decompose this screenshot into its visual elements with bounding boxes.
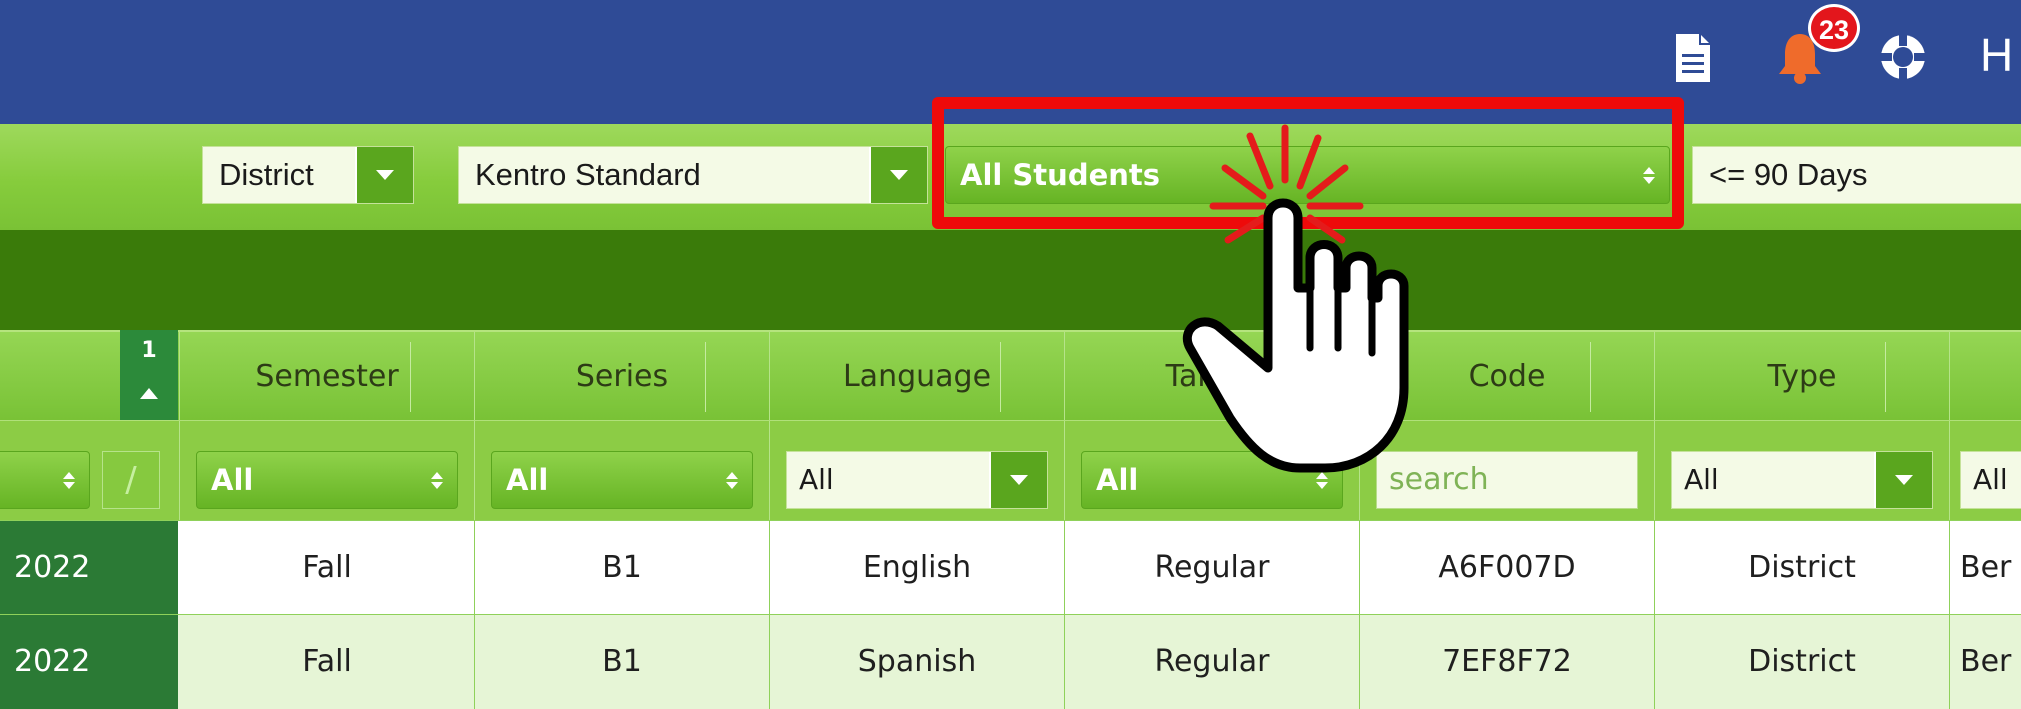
column-header-semester[interactable]: Semester [180, 332, 475, 422]
column-divider [1885, 342, 1886, 412]
extra-cell: Ber [1960, 550, 2012, 585]
column-header-label: Language [842, 359, 992, 394]
target-cell: Regular [1065, 521, 1360, 615]
sort-arrows-icon [726, 472, 738, 490]
grid-toolbar [0, 230, 2021, 330]
chevron-down-icon[interactable] [1874, 452, 1932, 508]
extra-filter-value: All [1973, 463, 2008, 496]
language-filter-select[interactable]: All [786, 451, 1048, 509]
column-header-extra[interactable] [1950, 332, 2021, 422]
year-cell: 2022 [0, 615, 178, 709]
document-icon[interactable] [1672, 32, 1714, 84]
column-divider [705, 342, 706, 412]
column-header-label: Semester [255, 359, 399, 394]
chevron-down-icon[interactable] [869, 147, 927, 203]
semester-filter-select[interactable]: All [196, 451, 458, 509]
filter-cell-semester: All [180, 421, 475, 521]
language-cell: Spanish [770, 615, 1065, 709]
column-header-type[interactable]: Type [1655, 332, 1950, 422]
filter-cell-type: All [1655, 421, 1950, 521]
language-cell: English [770, 521, 1065, 615]
extra-cell: Ber [1960, 644, 2012, 679]
chevron-down-icon[interactable] [355, 147, 413, 203]
pointer-hand-icon [1182, 124, 1409, 473]
table-row[interactable]: 2022 Fall B1 English Regular A6F007D Dis… [0, 520, 2021, 615]
column-header-label: Code [1468, 359, 1546, 394]
help-lifebuoy-icon[interactable] [1878, 32, 1928, 82]
column-divider [1590, 342, 1591, 412]
filter-cell-language: All [770, 421, 1065, 521]
type-cell: District [1655, 521, 1950, 615]
scope-select[interactable]: District [202, 146, 414, 204]
period-select[interactable]: <= 90 Days [1692, 146, 2021, 204]
filter-cell-series: All [475, 421, 770, 521]
notification-badge: 23 [1808, 4, 1860, 52]
column-header-row: Semester Series Language Target Code Typ… [0, 330, 2021, 422]
table-row[interactable]: 2022 Fall B1 Spanish Regular 7EF8F72 Dis… [0, 614, 2021, 709]
type-filter-value: All [1684, 463, 1719, 496]
sort-arrows-icon [63, 472, 75, 490]
column-header-language[interactable]: Language [770, 332, 1065, 422]
series-filter-value: All [506, 463, 549, 497]
semester-cell: Fall [180, 521, 475, 615]
year-filter-select[interactable] [0, 451, 90, 509]
sort-index: 1 [141, 338, 157, 363]
column-header-series[interactable]: Series [475, 332, 770, 422]
semester-filter-value: All [211, 463, 254, 497]
filter-cell-year: / [0, 421, 180, 521]
year-cell: 2022 [0, 521, 178, 615]
standard-value: Kentro Standard [475, 157, 701, 192]
sort-ascending-icon [140, 388, 158, 399]
target-cell: Regular [1065, 615, 1360, 709]
filter-cell-extra: All [1950, 421, 2021, 521]
scope-value: District [219, 157, 314, 192]
column-divider [410, 342, 411, 412]
column-filter-row: / All All All All search All All [0, 420, 2021, 521]
sort-arrows-icon [431, 472, 443, 490]
code-cell: 7EF8F72 [1360, 615, 1655, 709]
period-value: <= 90 Days [1709, 157, 1868, 192]
type-filter-select[interactable]: All [1671, 451, 1933, 509]
code-cell: A6F007D [1360, 521, 1655, 615]
column-divider [1000, 342, 1001, 412]
target-filter-value: All [1096, 463, 1139, 497]
column-header-label: Type [1767, 359, 1837, 394]
series-cell: B1 [475, 521, 770, 615]
extra-filter-select[interactable]: All [1960, 451, 2021, 509]
clear-filter-button[interactable]: / [102, 451, 160, 509]
user-menu[interactable]: H [1980, 28, 2013, 82]
chevron-down-icon[interactable] [989, 452, 1047, 508]
language-filter-value: All [799, 463, 834, 496]
type-cell: District [1655, 615, 1950, 709]
standard-select[interactable]: Kentro Standard [458, 146, 928, 204]
semester-cell: Fall [180, 615, 475, 709]
column-header-label: Series [575, 359, 669, 394]
series-filter-select[interactable]: All [491, 451, 753, 509]
series-cell: B1 [475, 615, 770, 709]
sort-indicator[interactable]: 1 [120, 330, 178, 420]
